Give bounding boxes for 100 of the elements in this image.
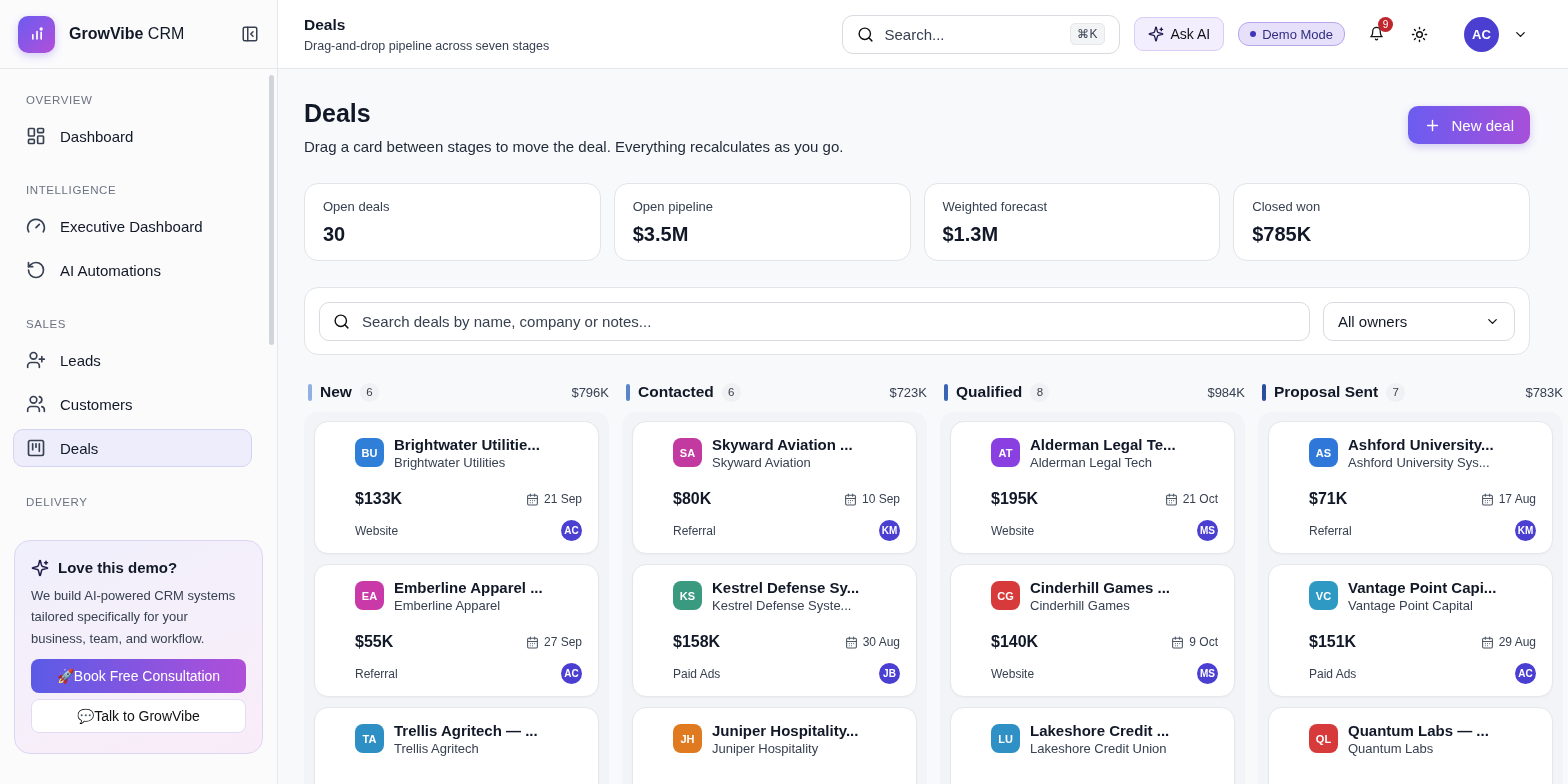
deal-card[interactable]: AS Ashford University... Ashford University Sys... $71K 17 Aug Referral KM [1268,421,1553,554]
close-date: 29 Aug [1498,635,1536,649]
deal-card[interactable]: LU Lakeshore Credit ... Lakeshore Credit Union [950,707,1235,784]
stat-value: 30 [323,223,346,246]
deal-source: Referral [355,666,398,681]
deal-card[interactable]: TA Trellis Agritech — ... Trellis Agritech [314,707,599,784]
sidebar-item[interactable]: Deals [13,429,252,467]
sidebar-item[interactable]: Dashboard [13,117,252,155]
stage-name: Contacted [638,383,714,401]
stat-label: Weighted forecast [942,199,1048,214]
sparkle-icon [1147,26,1164,42]
deal-title: Skyward Aviation ... [712,436,853,454]
deal-amount: $140K [991,633,1039,651]
search-bar[interactable]: Search... ⌘K [841,14,1120,54]
owner-avatar: MS [1197,663,1218,684]
board-icon [26,438,46,458]
notification-count: 9 [1378,17,1393,32]
deal-amount: $133K [355,490,403,508]
deal-source: Referral [673,523,716,538]
deal-amount: $195K [991,490,1039,508]
company-name: Brightwater Utilities [394,454,507,472]
stat-label: Open deals [323,199,390,214]
deal-card[interactable]: CG Cinderhill Games ... Cinderhill Games $140K 9 Oct Website MS [950,564,1235,697]
deal-card[interactable]: EA Emberline Apparel ... Emberline Apparel $55K 27 Sep Referral AC [314,564,599,697]
gauge-icon [26,216,46,236]
users-icon [26,394,46,414]
owner-dropdown[interactable]: All owners [1323,301,1515,341]
company-avatar: KS [673,581,702,610]
company-avatar: AT [991,438,1020,467]
sidebar-item[interactable]: Executive Dashboard [13,207,252,245]
deal-amount: $158K [673,633,721,651]
close-date: 10 Sep [861,492,900,506]
company-name: Cinderhill Games [1030,597,1131,615]
refresh-icon [26,260,46,280]
deal-title: Vantage Point Capi... [1348,579,1497,597]
deal-card[interactable]: VC Vantage Point Capi... Vantage Point Capital $151K 29 Aug Paid Ads AC [1268,564,1553,697]
company-name: Emberline Apparel [394,597,502,615]
user-plus-icon [26,350,46,370]
deal-card[interactable]: JH Juniper Hospitality... Juniper Hospitality [632,707,917,784]
stat-value: $1.3M [942,223,999,246]
calendar-icon [1480,635,1494,649]
calendar-icon [1171,635,1185,649]
deal-title: Ashford University... [1348,436,1494,454]
page-description: Drag a card between stages to move the deal. Everything recalculates as you go. [304,138,844,155]
sidebar-item[interactable]: Leads [13,341,252,379]
deal-title: Quantum Labs — ... [1348,722,1489,740]
section-label: INTELLIGENCE [25,183,118,198]
deal-title: Trellis Agritech — ... [394,722,538,740]
collapse-sidebar-button[interactable] [241,25,259,43]
stage-count: 7 [1386,382,1406,402]
deal-source: Website [355,523,399,538]
demo-mode-badge: Demo Mode [1238,22,1345,46]
owner-avatar: AC [561,663,582,684]
promo-title: Love this demo? [58,559,178,576]
calendar-icon [525,635,539,649]
company-name: Ashford University Sys... [1348,454,1491,472]
company-avatar: SA [673,438,702,467]
bell-icon [1369,26,1384,41]
owner-avatar: JB [879,663,900,684]
close-date: 21 Sep [543,492,582,506]
notifications-button[interactable]: 9 [1369,17,1393,41]
new-deal-button[interactable]: New deal [1408,106,1530,144]
company-name: Kestrel Defense Syste... [712,597,853,615]
talk-button[interactable]: 💬Talk to GrowVibe [31,699,246,733]
theme-toggle-button[interactable] [1411,25,1428,43]
sparkle-icon [31,558,49,577]
deal-card[interactable]: KS Kestrel Defense Sy... Kestrel Defense Syste... $158K 30 Aug Paid Ads JB [632,564,917,697]
close-date: 27 Sep [543,635,582,649]
company-name: Quantum Labs [1348,740,1435,758]
deal-card[interactable]: BU Brightwater Utilitie... Brightwater Utilities $133K 21 Sep Website AC [314,421,599,554]
deal-title: Emberline Apparel ... [394,579,543,597]
company-avatar: QL [1309,724,1338,753]
deal-amount: $151K [1309,633,1357,651]
company-avatar: VC [1309,581,1338,610]
deal-card[interactable]: SA Skyward Aviation ... Skyward Aviation $80K 10 Sep Referral KM [632,421,917,554]
deal-source: Website [991,666,1035,681]
brand-name: GrowVibe CRM [69,25,186,43]
search-field[interactable]: Search... [882,24,1062,44]
scrollbar-thumb[interactable] [269,75,274,345]
company-avatar: TA [355,724,384,753]
ask-ai-button[interactable]: Ask AI [1133,17,1225,51]
search-icon [333,312,350,330]
deal-search-field[interactable]: Search deals by name, company or notes... [360,311,1296,331]
deal-search-bar[interactable]: Search deals by name, company or notes... [319,301,1310,341]
user-avatar[interactable]: AC [1464,16,1499,52]
deal-title: Juniper Hospitality... [712,722,859,740]
book-consultation-button[interactable]: 🚀Book Free Consultation [31,659,246,693]
deal-card[interactable]: AT Alderman Legal Te... Alderman Legal Tech $195K 21 Oct Website MS [950,421,1235,554]
deal-source: Referral [1309,523,1352,538]
grid-icon [26,126,46,146]
deal-title: Brightwater Utilitie... [394,436,540,454]
sidebar-item[interactable]: AI Automations [13,251,252,289]
shortcut-hint: ⌘K [1070,23,1105,45]
sidebar-item[interactable]: Customers [13,385,252,423]
calendar-icon [844,635,858,649]
calendar-icon [1480,492,1494,506]
stage-total: $723K [889,384,927,400]
company-avatar: BU [355,438,384,467]
deal-card[interactable]: QL Quantum Labs — ... Quantum Labs [1268,707,1553,784]
deal-title: Lakeshore Credit ... [1030,722,1170,740]
